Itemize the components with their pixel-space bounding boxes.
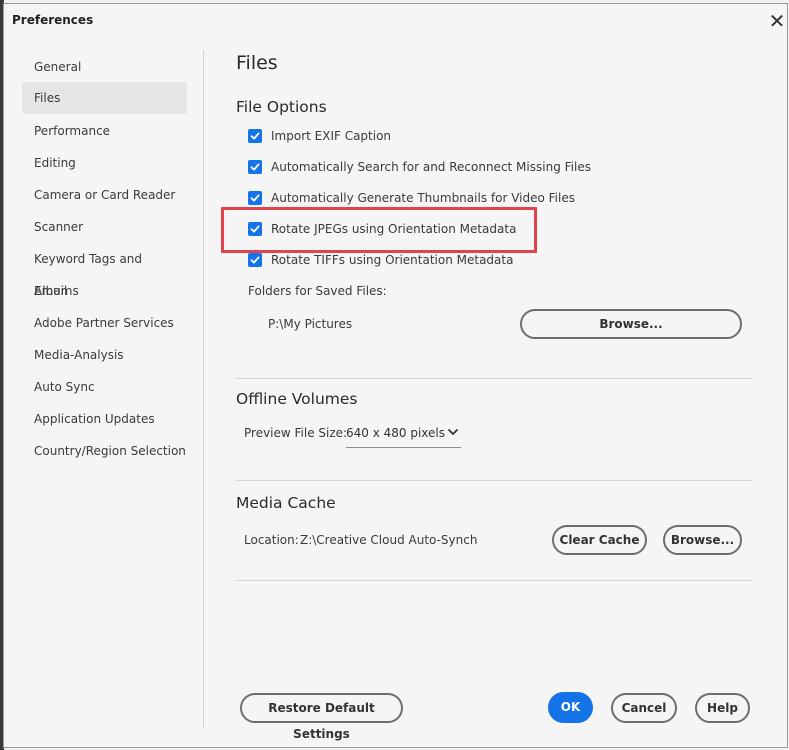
sidebar-item-editing[interactable]: Editing	[22, 147, 187, 179]
sidebar-item-application-updates[interactable]: Application Updates	[22, 403, 187, 435]
sidebar-item-adobe-partner-services[interactable]: Adobe Partner Services	[22, 307, 187, 339]
sidebar-item-media-analysis[interactable]: Media-Analysis	[22, 339, 187, 371]
sidebar-item-auto-sync[interactable]: Auto Sync	[22, 371, 187, 403]
import-exif-label[interactable]: Import EXIF Caption	[271, 129, 391, 143]
offline-volumes-heading: Offline Volumes	[236, 390, 358, 408]
folders-saved-files-label: Folders for Saved Files:	[248, 284, 387, 298]
help-button[interactable]: Help	[695, 693, 750, 723]
ok-button[interactable]: OK	[548, 692, 593, 723]
import-exif-checkbox[interactable]	[248, 129, 262, 143]
media-cache-location-label: Location:	[244, 533, 299, 547]
page-title: Files	[236, 52, 278, 74]
sidebar-item-scanner[interactable]: Scanner	[22, 211, 187, 243]
cancel-button[interactable]: Cancel	[611, 693, 677, 723]
file-options-heading: File Options	[236, 98, 327, 116]
sidebar-item-general[interactable]: General	[22, 51, 187, 83]
restore-default-settings-button[interactable]: Restore Default Settings	[240, 693, 403, 741]
generate-video-thumbnails-label[interactable]: Automatically Generate Thumbnails for Vi…	[271, 191, 575, 205]
window-title: Preferences	[12, 13, 94, 27]
saved-files-folder-path: P:\My Pictures	[268, 317, 353, 331]
sidebar-item-camera-card-reader[interactable]: Camera or Card Reader	[22, 179, 187, 211]
section-divider	[236, 378, 753, 379]
generate-video-thumbnails-checkbox[interactable]	[248, 191, 262, 205]
clear-cache-button[interactable]: Clear Cache	[552, 525, 647, 555]
chevron-down-icon	[447, 426, 459, 441]
preview-file-size-label: Preview File Size:	[244, 426, 348, 440]
sidebar-item-keyword-tags[interactable]: Keyword Tags and Albums	[22, 243, 187, 298]
preview-file-size-value: 640 x 480 pixels	[346, 426, 446, 440]
browse-media-cache-button[interactable]: Browse...	[663, 525, 742, 555]
sidebar-item-email[interactable]: Email	[22, 275, 187, 307]
preview-file-size-select[interactable]: 640 x 480 pixels	[346, 420, 461, 448]
section-divider	[236, 480, 753, 481]
media-cache-location-value: Z:\Creative Cloud Auto-Synch	[300, 533, 478, 547]
browse-saved-files-button[interactable]: Browse...	[520, 309, 742, 339]
rotate-tiffs-label[interactable]: Rotate TIFFs using Orientation Metadata	[271, 253, 513, 267]
media-cache-heading: Media Cache	[236, 494, 336, 512]
section-divider	[236, 580, 753, 581]
reconnect-missing-files-label[interactable]: Automatically Search for and Reconnect M…	[271, 160, 591, 174]
sidebar-item-files[interactable]: Files	[22, 82, 187, 114]
highlight-box	[221, 207, 537, 253]
close-icon[interactable]: ✕	[767, 11, 787, 32]
rotate-tiffs-checkbox[interactable]	[248, 253, 262, 267]
sidebar-item-performance[interactable]: Performance	[22, 115, 187, 147]
sidebar-divider	[203, 50, 204, 728]
sidebar-item-country-region[interactable]: Country/Region Selection	[22, 435, 187, 467]
title-bar: Preferences ✕	[4, 4, 787, 37]
reconnect-missing-files-checkbox[interactable]	[248, 160, 262, 174]
